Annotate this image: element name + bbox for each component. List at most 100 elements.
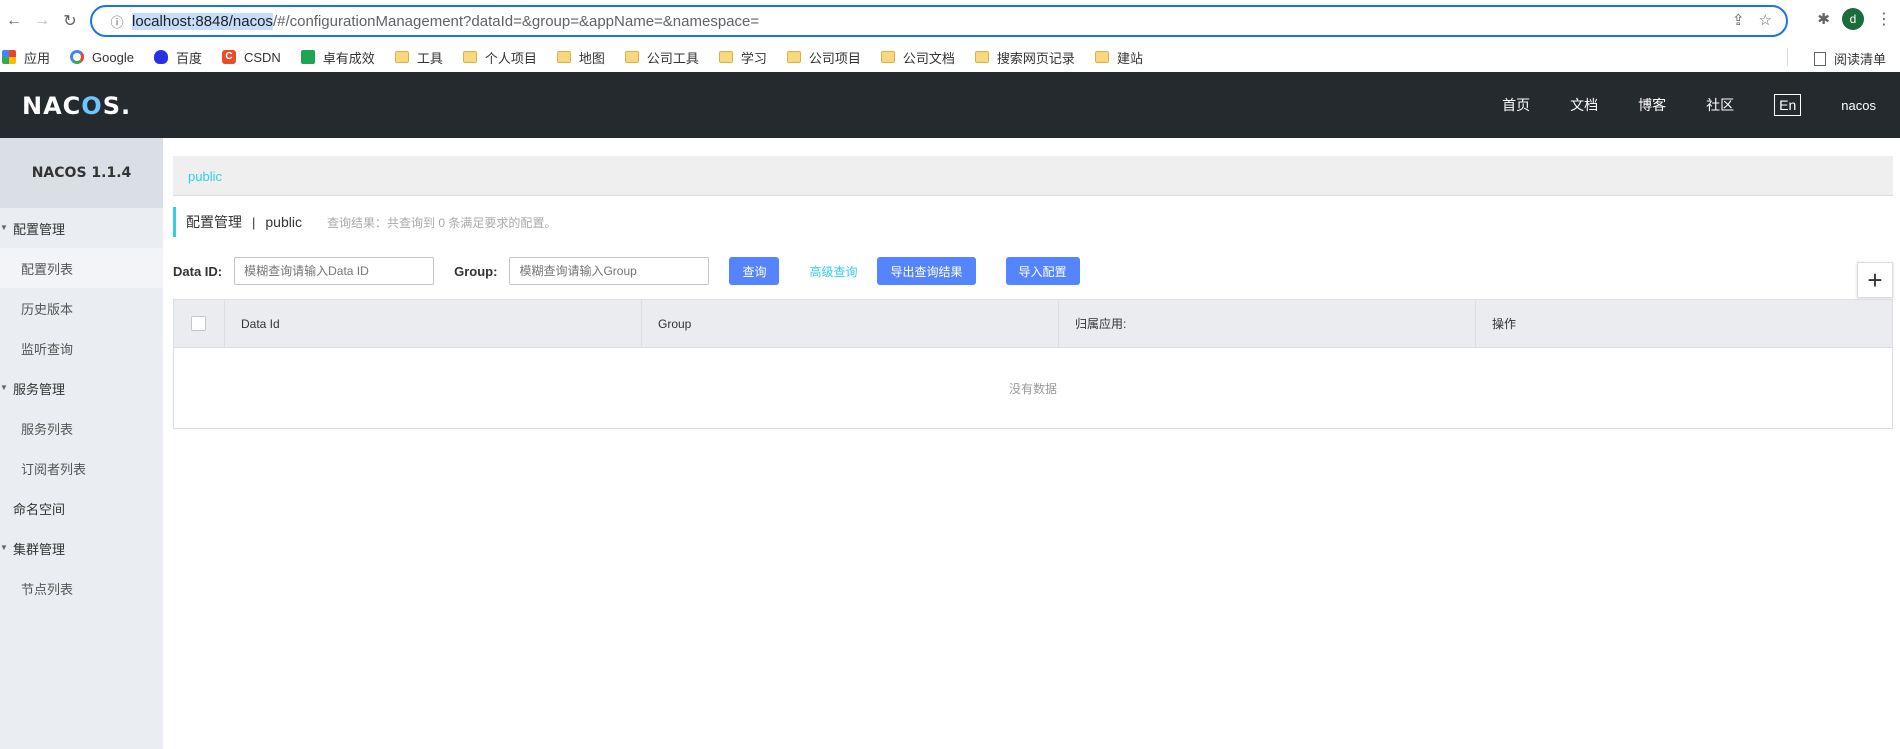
bookmark-label: 公司项目 bbox=[808, 50, 861, 66]
sidebar-group-config[interactable]: ▼ 配置管理 bbox=[0, 208, 163, 248]
import-config-button[interactable]: 导入配置 bbox=[1005, 257, 1080, 285]
share-icon[interactable]: ⇪ bbox=[1732, 11, 1745, 29]
sidebar-group-label: 配置管理 bbox=[13, 221, 66, 237]
folder-icon bbox=[718, 51, 733, 63]
folder-icon bbox=[624, 51, 639, 63]
data-id-input[interactable] bbox=[234, 257, 435, 285]
sidebar-item-subscriber-list[interactable]: 订阅者列表 bbox=[0, 448, 163, 488]
folder-icon bbox=[556, 51, 571, 63]
sidebar-item-listener-query[interactable]: 监听查询 bbox=[0, 328, 163, 368]
bookmark-label: CSDN bbox=[243, 49, 281, 65]
nav-docs[interactable]: 文档 bbox=[1570, 95, 1598, 115]
group-input[interactable] bbox=[509, 257, 710, 285]
sidebar-item-node-list[interactable]: 节点列表 bbox=[0, 568, 163, 608]
bookmark-folder-study[interactable]: 学习 bbox=[718, 48, 767, 67]
sidebar-item-namespace[interactable]: 命名空间 bbox=[0, 488, 163, 528]
profile-avatar[interactable]: d bbox=[1842, 8, 1864, 30]
folder-icon bbox=[462, 51, 477, 63]
logo-text-left: NAC bbox=[22, 92, 82, 120]
title-separator: | bbox=[252, 214, 256, 230]
nav-blog[interactable]: 博客 bbox=[1638, 95, 1666, 115]
sidebar-group-label: 集群管理 bbox=[13, 541, 66, 557]
namespace-link-public[interactable]: public bbox=[188, 169, 222, 184]
folder-icon bbox=[1094, 51, 1109, 63]
select-all-checkbox[interactable] bbox=[191, 316, 206, 331]
bookmark-label: 搜索网页记录 bbox=[996, 50, 1075, 66]
forward-arrow-icon[interactable]: → bbox=[28, 7, 56, 35]
bookmark-folder-company-docs[interactable]: 公司文档 bbox=[880, 48, 955, 67]
bookmark-label: 建站 bbox=[1116, 50, 1143, 66]
nav-community[interactable]: 社区 bbox=[1706, 95, 1734, 115]
bookmark-label: 百度 bbox=[175, 50, 202, 66]
bookmark-label: 公司工具 bbox=[646, 50, 699, 66]
export-results-button[interactable]: 导出查询结果 bbox=[877, 257, 976, 285]
table-empty-state: 没有数据 bbox=[1008, 381, 1057, 396]
bookmark-baidu[interactable]: 百度 bbox=[153, 48, 202, 67]
table-header: Data Id Group 归属应用: 操作 bbox=[174, 300, 1892, 348]
bookmark-google[interactable]: Google bbox=[70, 50, 134, 65]
query-button[interactable]: 查询 bbox=[729, 257, 780, 285]
back-arrow-icon[interactable]: ← bbox=[0, 7, 28, 35]
bookmark-folder-site[interactable]: 建站 bbox=[1094, 48, 1143, 67]
site-info-icon[interactable]: ⓘ bbox=[102, 12, 132, 31]
reload-icon[interactable]: ↻ bbox=[56, 7, 84, 35]
caret-down-icon: ▼ bbox=[0, 383, 8, 392]
folder-icon bbox=[394, 51, 409, 63]
bookmark-star-icon[interactable]: ☆ bbox=[1759, 11, 1772, 29]
folder-icon bbox=[880, 51, 895, 63]
bookmark-label: 地图 bbox=[578, 50, 605, 66]
sidebar-group-label: 服务管理 bbox=[13, 381, 66, 397]
select-all-cell bbox=[174, 300, 225, 347]
url-rest-part: /#/configurationManagement?dataId=&group… bbox=[272, 12, 760, 30]
bookmarks-divider bbox=[1787, 48, 1788, 66]
app-header: NACOS. 首页 文档 博客 社区 En nacos bbox=[0, 72, 1900, 138]
bookmark-apps[interactable]: 应用 bbox=[2, 48, 50, 67]
language-toggle-button[interactable]: En bbox=[1774, 94, 1802, 116]
top-nav: 首页 文档 博客 社区 En nacos bbox=[1462, 72, 1876, 138]
sidebar-group-service[interactable]: ▼ 服务管理 bbox=[0, 368, 163, 408]
column-data-id: Data Id bbox=[225, 300, 642, 347]
baidu-icon bbox=[153, 50, 168, 64]
query-result-hint: 查询结果：共查询到 0 条满足要求的配置。 bbox=[326, 215, 557, 230]
browser-toolbar: ← → ↻ ⓘ localhost:8848/nacos/#/configura… bbox=[0, 0, 1900, 42]
nacos-logo[interactable]: NACOS. bbox=[22, 92, 131, 120]
bookmark-folder-company-projects[interactable]: 公司项目 bbox=[786, 48, 861, 67]
apps-grid-icon bbox=[2, 50, 16, 64]
sidebar-item-history[interactable]: 历史版本 bbox=[0, 288, 163, 328]
advanced-query-button[interactable]: 高级查询 bbox=[809, 257, 857, 285]
folder-icon bbox=[786, 51, 801, 63]
sidebar-item-config-list[interactable]: 配置列表 bbox=[0, 248, 163, 288]
caret-down-icon: ▼ bbox=[0, 223, 8, 232]
bookmark-label: 工具 bbox=[416, 50, 443, 66]
bookmark-label: Google bbox=[92, 49, 134, 65]
bookmarks-bar: 应用 Google 百度 C CSDN 卓有成效 工具 个人项目 地图 公司工具 … bbox=[0, 42, 1900, 72]
bookmark-folder-tools[interactable]: 工具 bbox=[394, 48, 443, 67]
sidebar-version-title: NACOS 1.1.4 bbox=[0, 138, 163, 208]
page-title-row: 配置管理 | public 查询结果：共查询到 0 条满足要求的配置。 bbox=[173, 207, 556, 237]
browser-menu-icon[interactable]: ⋮ bbox=[1876, 9, 1892, 29]
nav-home[interactable]: 首页 bbox=[1502, 95, 1530, 115]
user-menu[interactable]: nacos bbox=[1841, 98, 1876, 113]
config-table: Data Id Group 归属应用: 操作 没有数据 bbox=[173, 299, 1893, 429]
bookmark-folder-company-tools[interactable]: 公司工具 bbox=[624, 48, 699, 67]
bookmark-folder-map[interactable]: 地图 bbox=[556, 48, 605, 67]
column-app: 归属应用: bbox=[1059, 300, 1476, 347]
filter-row: Data ID: Group: 查询 高级查询 导出查询结果 导入配置 + bbox=[173, 256, 1893, 298]
plus-icon: + bbox=[1867, 264, 1883, 295]
extensions-puzzle-icon[interactable]: ✱ bbox=[1817, 10, 1830, 28]
bookmark-zhuoyouchengxiao[interactable]: 卓有成效 bbox=[300, 48, 375, 67]
add-config-button[interactable]: + bbox=[1857, 262, 1893, 298]
sidebar-group-cluster[interactable]: ▼ 集群管理 bbox=[0, 528, 163, 568]
bookmark-folder-search-records[interactable]: 搜索网页记录 bbox=[974, 48, 1075, 67]
reading-list-label: 阅读清单 bbox=[1833, 52, 1886, 67]
data-id-label: Data ID: bbox=[173, 263, 223, 279]
url-text[interactable]: localhost:8848/nacos/#/configurationMana… bbox=[132, 12, 760, 30]
page-title: 配置管理 bbox=[186, 214, 242, 230]
logo-text-right: S. bbox=[102, 92, 132, 120]
address-bar[interactable]: ⓘ localhost:8848/nacos/#/configurationMa… bbox=[90, 5, 1788, 37]
bookmark-csdn[interactable]: C CSDN bbox=[221, 49, 281, 65]
bookmark-folder-personal[interactable]: 个人项目 bbox=[462, 48, 537, 67]
reading-list[interactable]: 阅读清单 bbox=[1813, 49, 1886, 68]
folder-icon bbox=[974, 51, 989, 63]
sidebar-item-service-list[interactable]: 服务列表 bbox=[0, 408, 163, 448]
